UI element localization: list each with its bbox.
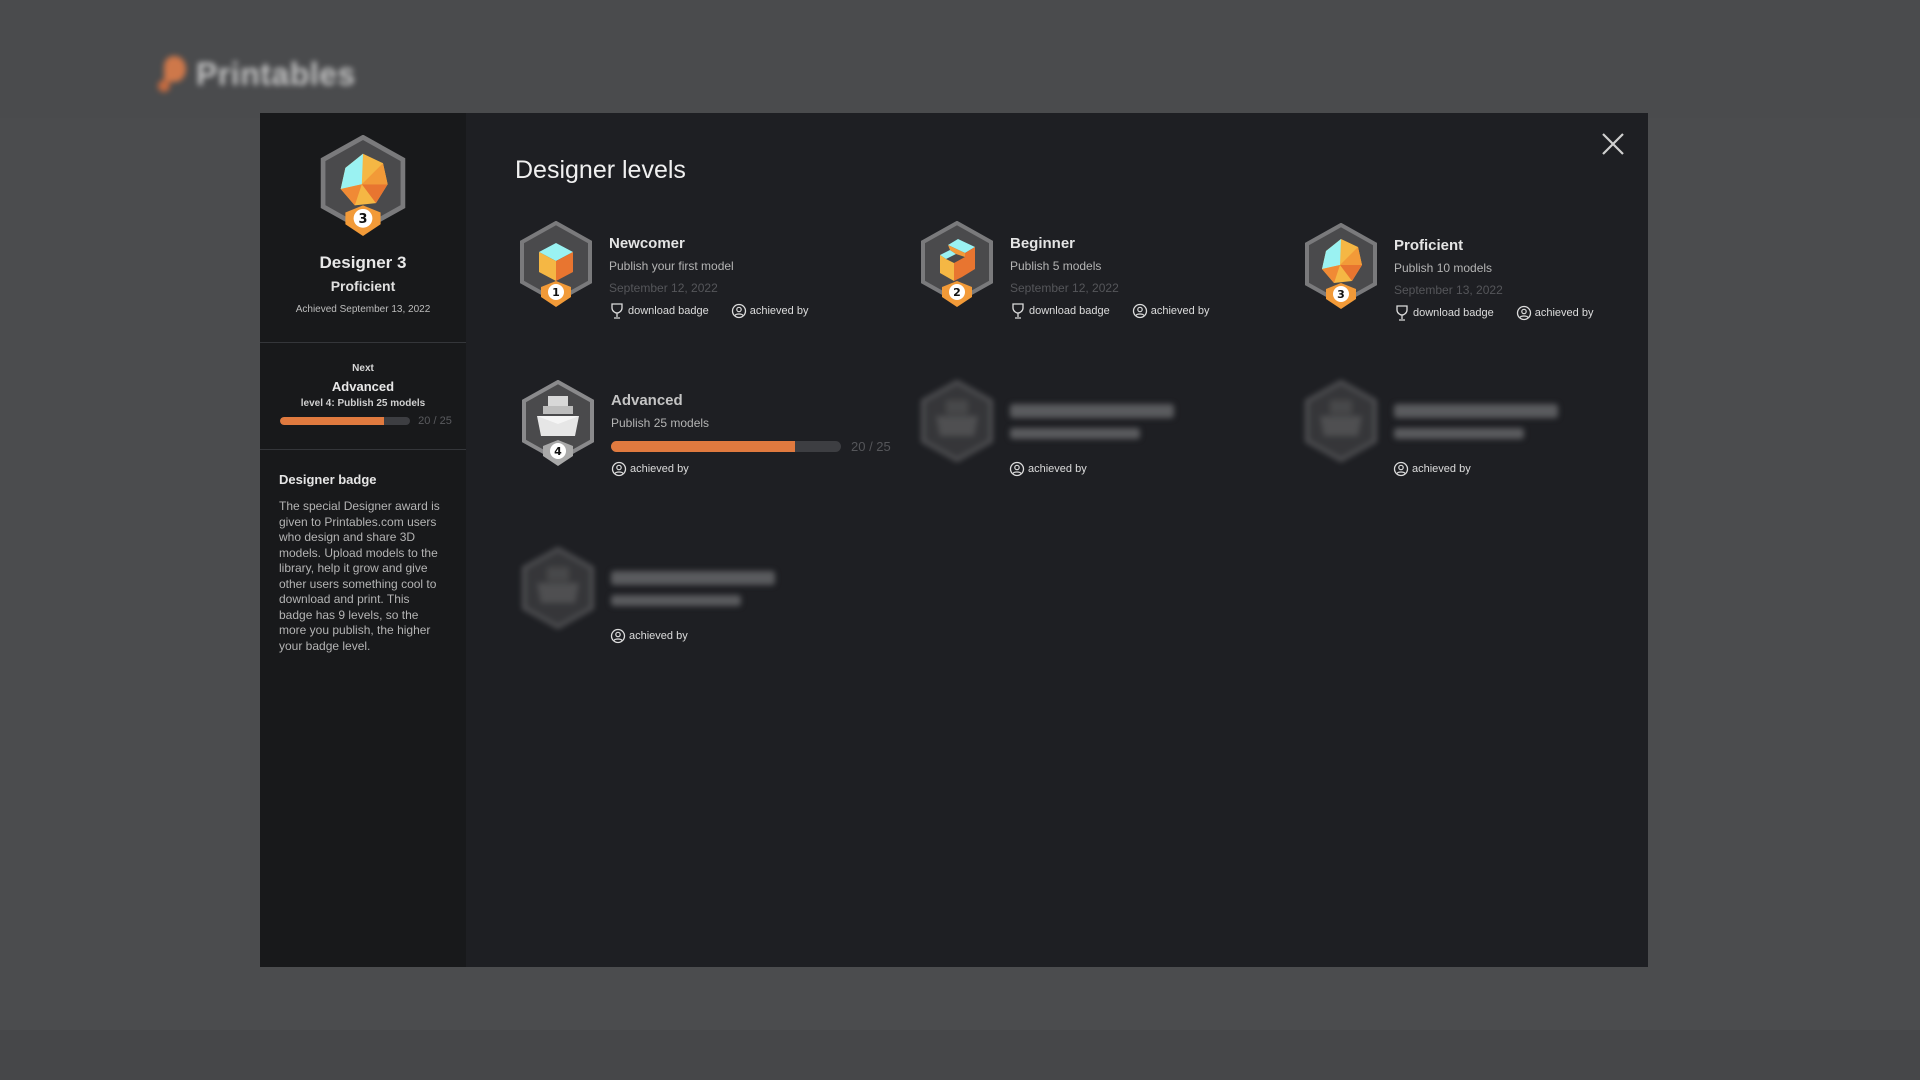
level-date: September 12, 2022 [609,281,718,295]
level-card-locked-7: achieved by [521,547,775,644]
beginner-badge-icon: 2 [921,221,993,307]
next-level-summary: Next Advanced level 4: Publish 25 models… [260,343,466,450]
badge-sidebar: 3 Designer 3 Proficient Achieved Septemb… [260,113,466,967]
level-card-proficient: 3 Proficient Publish 10 models September… [1304,223,1593,321]
progress-bar-fill [280,417,385,425]
hidden-level-name [1010,404,1174,418]
progress-text: 20 / 25 [418,415,452,427]
hidden-level-description [611,595,741,606]
current-badge-summary: 3 Designer 3 Proficient Achieved Septemb… [260,113,466,343]
proficient-badge-icon: 3 [1305,223,1377,309]
user-circle-icon [610,628,626,644]
level-progress: 20 / 25 [611,439,891,454]
level-progress-fill [611,441,795,452]
achieved-by-button[interactable]: achieved by [1009,461,1087,477]
next-level-progress: 20 / 25 [260,415,466,427]
next-label: Next [352,363,374,374]
advanced-badge-icon: 4 [522,380,594,466]
level-description: Publish 25 models [611,416,710,430]
locked-badge-icon [522,547,594,630]
levels-panel: Designer levels 1 Newcomer Publish your … [466,113,1648,967]
trophy-icon [611,303,623,319]
svg-text:2: 2 [953,286,961,299]
hidden-level-description [1010,428,1140,439]
level-card-beginner: 2 Beginner Publish 5 models September 12… [920,221,1209,319]
achieved-by-button[interactable]: achieved by [611,461,689,477]
download-badge-button[interactable]: download badge [1394,305,1494,321]
locked-badge-icon [1305,380,1377,463]
level-description: Publish 5 models [1010,259,1102,273]
about-title: Designer badge [279,472,377,487]
achieved-by-button[interactable]: achieved by [731,303,808,319]
svg-text:3: 3 [1337,288,1345,301]
level-description: Publish your first model [609,259,734,273]
hidden-level-name [611,571,775,585]
modal-title: Designer levels [515,156,686,184]
level-progress-text: 20 / 25 [851,439,891,454]
user-circle-icon [1009,461,1025,477]
level-date: September 12, 2022 [1010,281,1119,295]
trophy-icon [1012,303,1024,319]
close-icon [1602,133,1624,155]
achieved-by-button[interactable]: achieved by [610,628,688,644]
user-circle-icon [1132,303,1147,319]
download-badge-button[interactable]: download badge [609,303,709,319]
level-name: Beginner [1010,235,1076,252]
printables-logo-icon [158,54,188,94]
level-progress-bar [611,441,841,452]
hidden-level-name [1394,404,1558,418]
level-date: September 13, 2022 [1394,283,1503,297]
hidden-level-description [1394,428,1524,439]
svg-text:4: 4 [554,445,562,458]
svg-text:3: 3 [359,212,368,227]
svg-text:1: 1 [552,286,560,299]
level-card-locked-5: achieved by [920,380,1174,477]
locked-badge-icon [921,380,993,463]
printables-logo[interactable]: Printables [158,54,356,94]
achieved-by-button[interactable]: achieved by [1516,305,1593,321]
user-circle-icon [731,303,746,319]
level-name: Proficient [1394,237,1464,254]
badge-about: Designer badge The special Designer awar… [260,450,466,654]
designer-levels-modal: 3 Designer 3 Proficient Achieved Septemb… [260,113,1648,967]
close-button[interactable] [1598,129,1628,159]
badge-level-name: Proficient [330,278,396,294]
logo-text: Printables [196,55,356,92]
badge-achieved-date: Achieved September 13, 2022 [295,304,431,315]
badge-title: Designer 3 [319,253,407,272]
level-card-newcomer: 1 Newcomer Publish your first model Sept… [519,221,808,319]
progress-bar [280,417,411,425]
user-circle-icon [611,461,627,477]
achieved-by-button[interactable]: achieved by [1393,461,1471,477]
next-level-description: level 4: Publish 25 models [300,398,426,409]
download-badge-button[interactable]: download badge [1010,303,1110,319]
user-circle-icon [1393,461,1409,477]
newcomer-badge-icon: 1 [520,221,592,307]
achieved-by-button[interactable]: achieved by [1132,303,1209,319]
level-card-advanced: 4 Advanced Publish 25 models 20 / 25 ach… [521,380,891,477]
level-name: Advanced [611,392,683,409]
user-circle-icon [1516,305,1531,321]
level-description: Publish 10 models [1394,261,1493,275]
page-footer-backdrop [0,1030,1920,1080]
level-name: Newcomer [609,235,685,252]
page-header-backdrop: Printables [0,0,1920,118]
trophy-icon [1396,305,1408,321]
about-text: The special Designer award is given to P… [279,499,440,653]
next-level-name: Advanced [331,379,395,394]
level-card-locked-6: achieved by [1304,380,1558,477]
designer-level-3-badge-icon: 3 [320,135,406,236]
